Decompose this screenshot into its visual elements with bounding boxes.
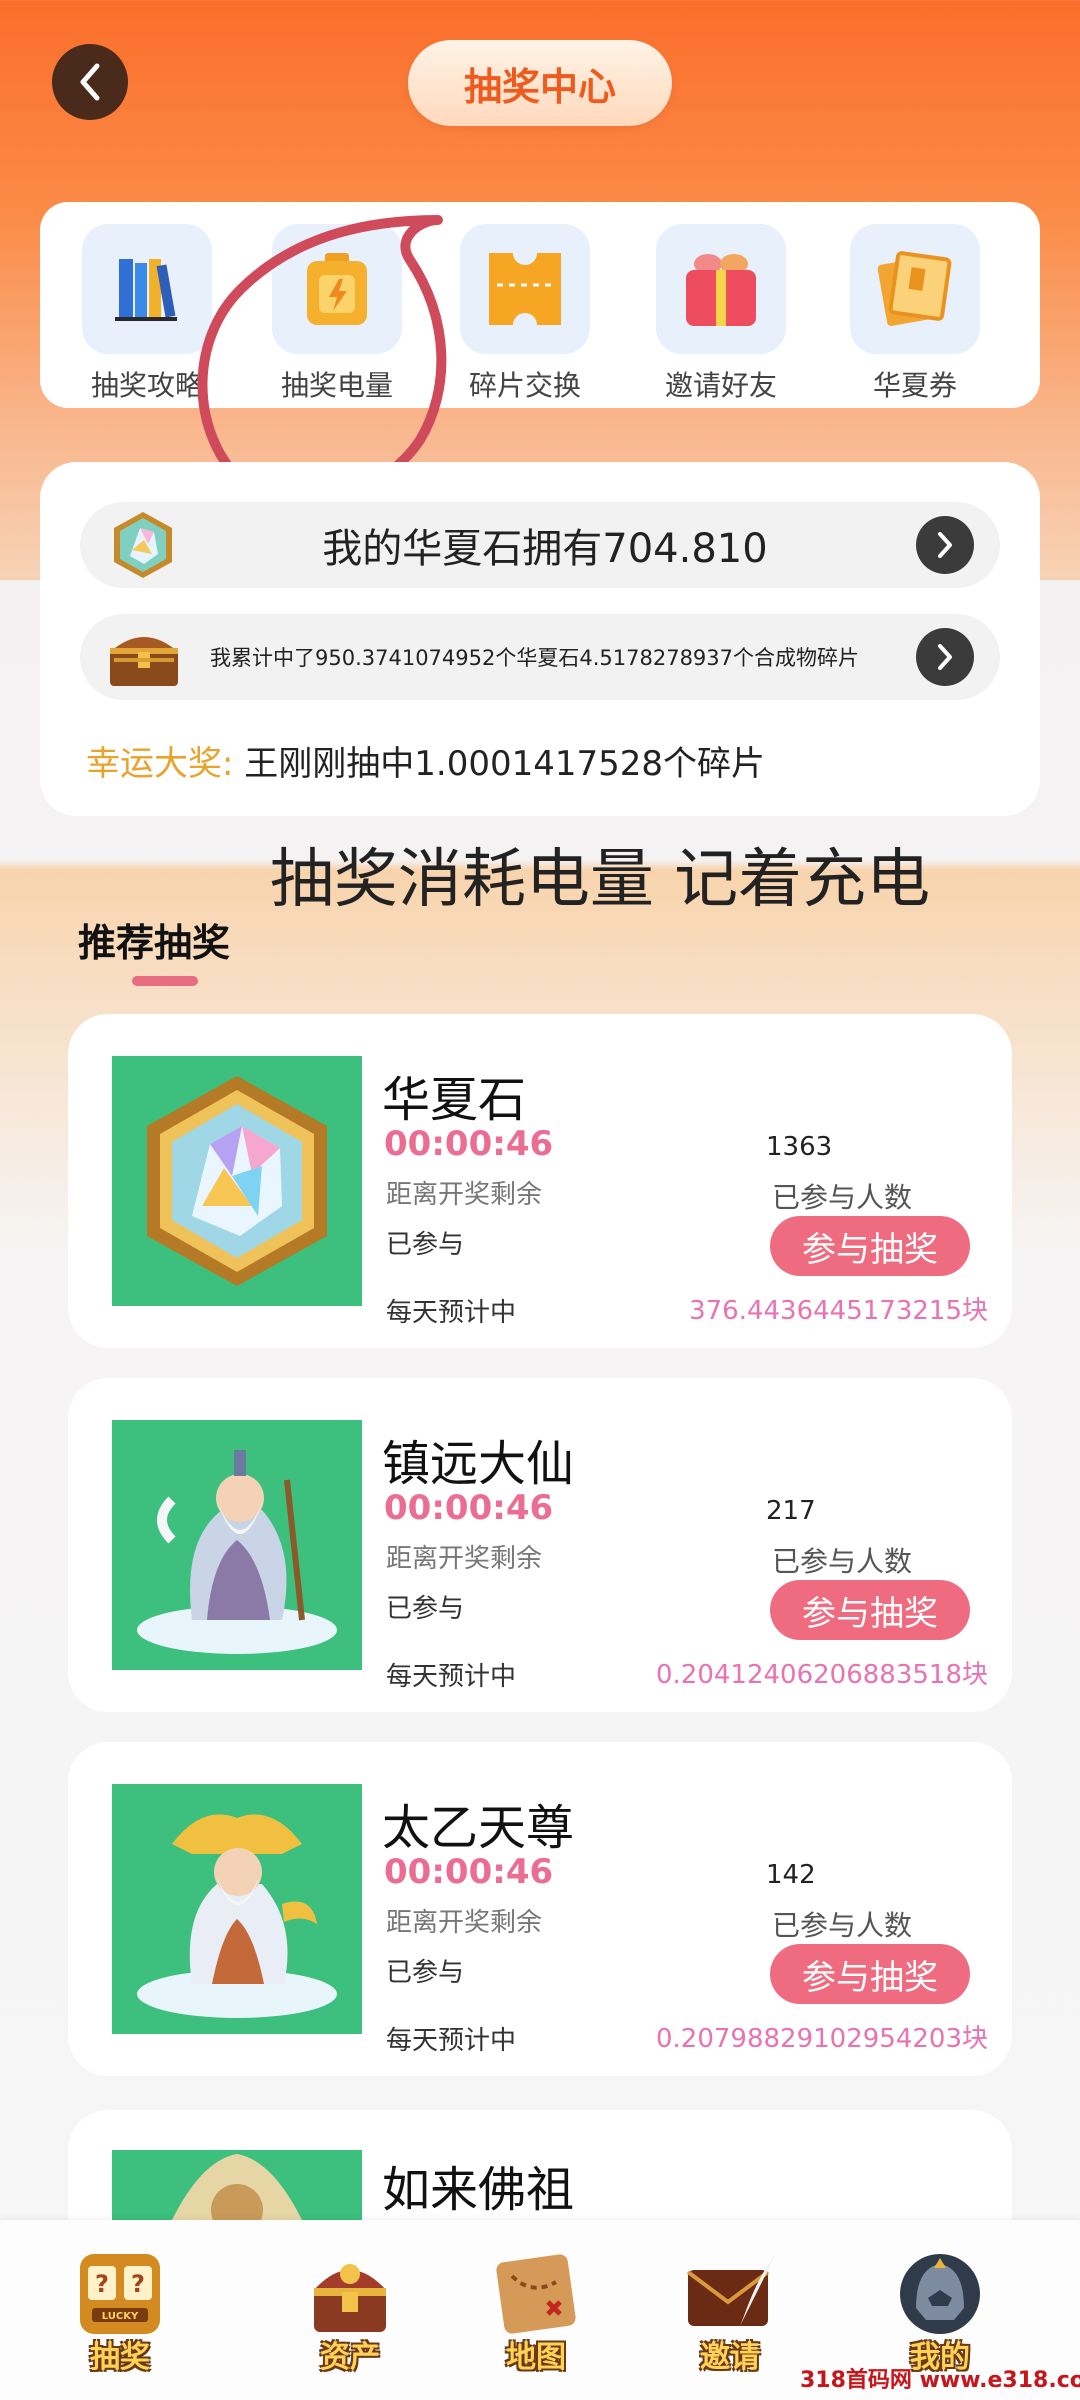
func-item-energy[interactable]: 抽奖电量 [272,224,402,404]
func-label: 华夏券 [872,369,957,402]
prize-image [112,1056,362,1306]
prize-daily-label: 每天预计中 [386,2026,517,2056]
func-label: 邀请好友 [664,369,777,402]
stone-owned-text: 我的华夏石拥有704.810 [322,526,768,572]
battery-icon [272,224,402,354]
section-underline [132,976,198,986]
function-grid: 抽奖攻略 抽奖电量 碎片交换 邀请好友 华夏券 [40,202,1040,408]
join-lottery-button[interactable]: 参与抽奖 [770,1944,970,2004]
prize-timer: 00:00:46 [384,1852,554,1892]
chevron-right-icon[interactable] [916,516,974,574]
buddha-character-icon [172,2154,302,2220]
prize-participant-label: 已参与人数 [772,1545,913,1578]
back-button[interactable] [52,44,128,120]
section-title: 推荐抽奖 [78,921,231,965]
prize-timer: 00:00:46 [384,1488,554,1528]
lucky-label: 幸运大奖: [86,744,234,784]
books-icon [82,224,212,354]
prize-image [112,1784,362,2034]
prize-image [112,1420,362,1670]
prize-participant-count: 217 [766,1496,816,1526]
prize-name: 镇远大仙 [382,1436,575,1492]
func-item-exchange[interactable]: 碎片交换 [460,224,590,404]
svg-text:?: ? [95,2270,109,2298]
site-watermark: 318首码网 www.e318.com [800,2368,1080,2393]
lucky-prize-ticker: 幸运大奖: 王刚刚抽中1.0001417528个碎片 [86,736,765,785]
prize-joined-label: 已参与 [386,1230,465,1260]
prize-participant-count: 142 [766,1860,816,1890]
stone-accumulated-text: 我累计中了950.3741074952个华夏石4.5178278937个合成物碎… [210,646,860,670]
crystal-icon [114,512,172,578]
prize-daily-amount: 0.20412406206883518块 [655,1660,988,1690]
prize-participant-count: 1363 [766,1132,833,1162]
envelope-quill-icon [686,2254,776,2326]
func-label: 抽奖电量 [280,369,393,402]
overlay-caption: 抽奖消耗电量 记着充电 [269,843,931,917]
treasure-chest-icon [110,637,178,686]
prize-daily-label: 每天预计中 [386,1298,517,1328]
func-item-invite[interactable]: 邀请好友 [656,224,786,404]
func-item-coupon[interactable]: 华夏券 [850,224,980,404]
prize-joined-label: 已参与 [386,1594,465,1624]
prize-participant-label: 已参与人数 [772,1909,913,1942]
prize-image [112,2150,362,2220]
prize-remain-label: 距离开奖剩余 [386,1544,543,1574]
treasure-chest-icon [314,2264,386,2332]
func-label: 抽奖攻略 [90,369,203,402]
helmet-icon [900,2254,980,2334]
nav-badge: LUCKY [102,2311,139,2322]
celestial-character-icon [137,1814,337,2018]
join-lottery-button[interactable]: 参与抽奖 [770,1580,970,1640]
scroll-map-icon [496,2254,576,2334]
prize-card: 华夏石 00:00:46 距离开奖剩余 已参与 每天预计中 1363 已参与人数… [68,1014,1012,1348]
prize-daily-label: 每天预计中 [386,1662,517,1692]
prize-card: 太乙天尊 00:00:46 距离开奖剩余 已参与 每天预计中 142 已参与人数… [68,1742,1012,2076]
func-item-guide[interactable]: 抽奖攻略 [82,224,212,404]
gift-icon [656,224,786,354]
slot-machine-icon: ? ? LUCKY [80,2254,160,2334]
prize-name: 华夏石 [382,1072,527,1128]
join-lottery-button[interactable]: 参与抽奖 [770,1216,970,1276]
prize-daily-amount: 0.20798829102954203块 [655,2024,988,2054]
page-title: 抽奖中心 [408,40,672,126]
func-label: 碎片交换 [468,369,581,402]
prize-card: 镇远大仙 00:00:46 距离开奖剩余 已参与 每天预计中 217 已参与人数… [68,1378,1012,1712]
nav-item-invite[interactable]: 邀请 [670,2246,790,2386]
prize-daily-amount: 376.4436445173215块 [689,1296,988,1326]
prize-name: 如来佛祖 [382,2162,575,2218]
prize-timer: 00:00:46 [384,1124,554,1164]
nav-item-assets[interactable]: 资产 [290,2246,410,2386]
chevron-left-icon [80,63,100,101]
prize-remain-label: 距离开奖剩余 [386,1908,543,1938]
prize-participant-label: 已参与人数 [772,1181,913,1214]
nav-item-map[interactable]: 地图 [476,2246,596,2386]
prize-name: 太乙天尊 [382,1800,575,1856]
prize-remain-label: 距离开奖剩余 [386,1180,543,1210]
chevron-right-icon[interactable] [916,628,974,686]
svg-text:?: ? [131,2270,145,2298]
crystal-icon [147,1076,327,1286]
coupon-icon [850,224,980,354]
prize-joined-label: 已参与 [386,1958,465,1988]
stone-accumulated-bar[interactable]: 我累计中了950.3741074952个华夏石4.5178278937个合成物碎… [80,614,1000,700]
lucky-text: 王刚刚抽中1.0001417528个碎片 [244,744,766,784]
ticket-icon [460,224,590,354]
nav-item-lottery[interactable]: ? ? LUCKY 抽奖 [60,2246,180,2386]
immortal-character-icon [137,1450,337,1654]
stone-owned-bar[interactable]: 我的华夏石拥有704.810 [80,502,1000,588]
